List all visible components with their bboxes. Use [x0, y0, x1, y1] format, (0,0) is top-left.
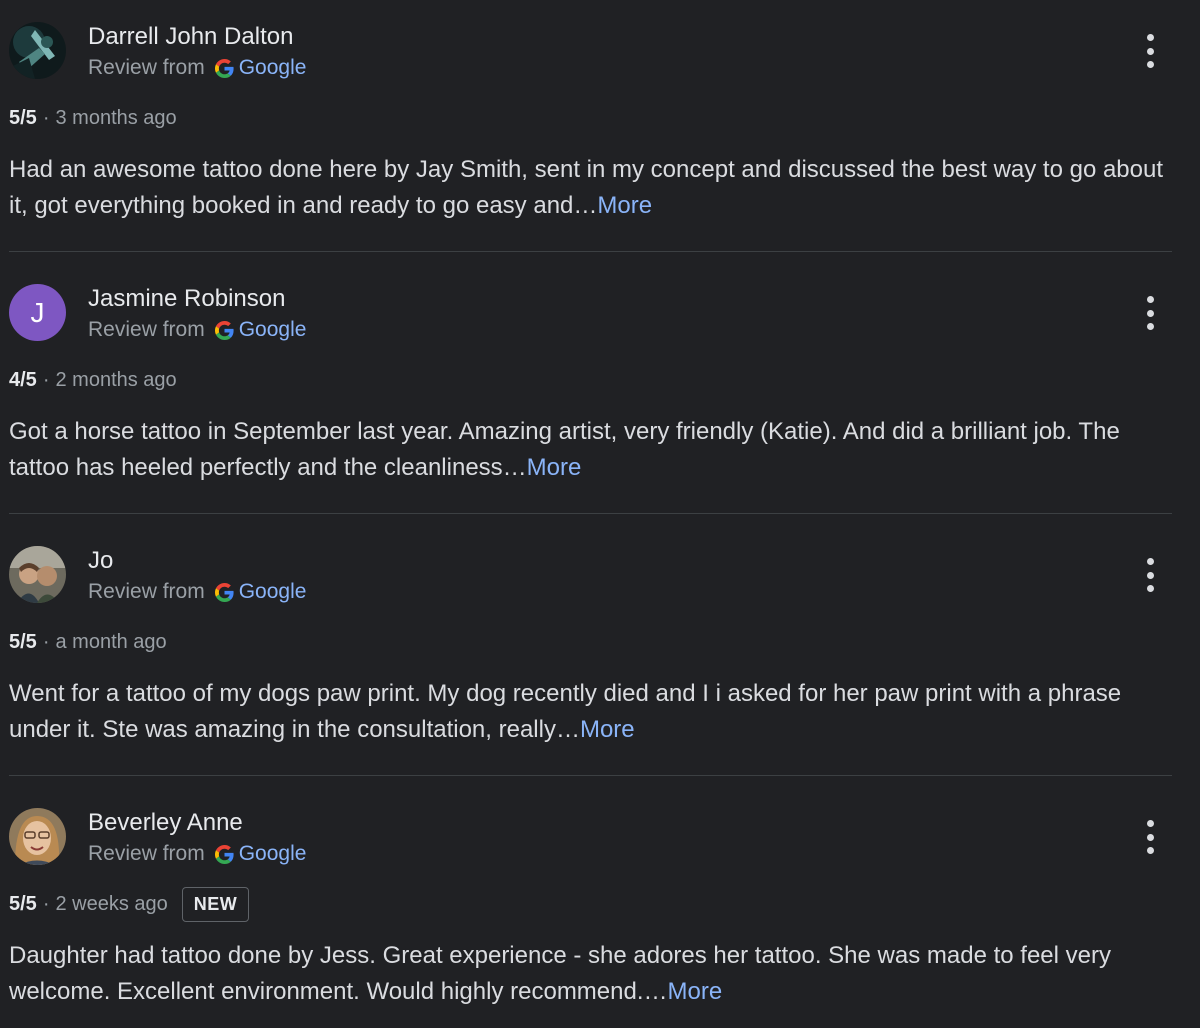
reviews-list: Darrell John Dalton Review from Google 5…	[0, 0, 1200, 1028]
more-link[interactable]: More	[668, 978, 723, 1005]
reviewer-photo	[9, 808, 66, 865]
avatar[interactable]	[9, 546, 66, 603]
separator-dot: ·	[42, 630, 50, 653]
reviewer-name[interactable]: Beverley Anne	[88, 808, 243, 838]
review-date: a month ago	[55, 630, 167, 653]
review-source: Review from Google	[88, 54, 306, 82]
review-text: Went for a tattoo of my dogs paw print. …	[9, 676, 1179, 748]
source-brand[interactable]: Google	[239, 840, 307, 868]
review-text: Daughter had tattoo done by Jess. Great …	[9, 938, 1179, 1010]
reviewer-photo	[9, 546, 66, 603]
more-link[interactable]: More	[580, 716, 635, 743]
google-g-icon	[214, 844, 234, 864]
review-body: Had an awesome tattoo done here by Jay S…	[9, 156, 1164, 219]
google-g-icon	[214, 320, 234, 340]
source-prefix: Review from	[88, 580, 205, 603]
review-body: Daughter had tattoo done by Jess. Great …	[9, 942, 1111, 1005]
review-item: Jo Review from Google 5/5 · a month ago …	[0, 524, 1200, 786]
review-meta: 5/5 · 3 months ago	[9, 103, 177, 133]
separator-dot: ·	[42, 106, 50, 129]
separator-dot: ·	[42, 368, 50, 391]
source-brand[interactable]: Google	[239, 316, 307, 344]
source-prefix: Review from	[88, 318, 205, 341]
review-body: Went for a tattoo of my dogs paw print. …	[9, 680, 1122, 743]
source-brand[interactable]: Google	[239, 54, 307, 82]
more-link[interactable]: More	[527, 454, 582, 481]
review-date: 2 months ago	[55, 368, 177, 391]
reviewer-name[interactable]: Darrell John Dalton	[88, 22, 293, 52]
separator-dot: ·	[42, 892, 50, 915]
more-vert-icon[interactable]	[1138, 34, 1162, 68]
review-meta: 4/5 · 2 months ago	[9, 365, 177, 395]
reviewer-name[interactable]: Jo	[88, 546, 113, 576]
review-source: Review from Google	[88, 840, 306, 868]
more-link[interactable]: More	[597, 192, 652, 219]
source-prefix: Review from	[88, 842, 205, 865]
review-date: 2 weeks ago	[55, 892, 168, 915]
more-vert-icon[interactable]	[1138, 820, 1162, 854]
google-g-icon	[214, 582, 234, 602]
more-vert-icon[interactable]	[1138, 558, 1162, 592]
divider	[9, 251, 1172, 252]
review-meta: 5/5 · a month ago	[9, 627, 167, 657]
source-brand[interactable]: Google	[239, 578, 307, 606]
reviewer-photo	[9, 22, 66, 79]
google-g-icon	[214, 58, 234, 78]
review-item: J Jasmine Robinson Review from Google 4/…	[0, 262, 1200, 524]
review-text: Got a horse tattoo in September last yea…	[9, 414, 1179, 486]
review-item: Beverley Anne Review from Google 5/5 · 2…	[0, 786, 1200, 1028]
review-date: 3 months ago	[55, 106, 177, 129]
avatar-letter: J	[30, 296, 45, 328]
rating: 5/5	[9, 106, 37, 129]
avatar[interactable]	[9, 22, 66, 79]
divider	[9, 513, 1172, 514]
review-text: Had an awesome tattoo done here by Jay S…	[9, 152, 1179, 224]
review-source: Review from Google	[88, 316, 306, 344]
review-item: Darrell John Dalton Review from Google 5…	[0, 0, 1200, 262]
rating: 5/5	[9, 630, 37, 653]
rating: 4/5	[9, 368, 37, 391]
divider	[9, 775, 1172, 776]
avatar[interactable]	[9, 808, 66, 865]
avatar[interactable]: J	[9, 284, 66, 341]
reviewer-name[interactable]: Jasmine Robinson	[88, 284, 285, 314]
new-badge: NEW	[181, 886, 250, 922]
more-vert-icon[interactable]	[1138, 296, 1162, 330]
review-meta: 5/5 · 2 weeks ago NEW	[9, 886, 250, 922]
rating: 5/5	[9, 892, 37, 915]
source-prefix: Review from	[88, 56, 205, 79]
review-source: Review from Google	[88, 578, 306, 606]
